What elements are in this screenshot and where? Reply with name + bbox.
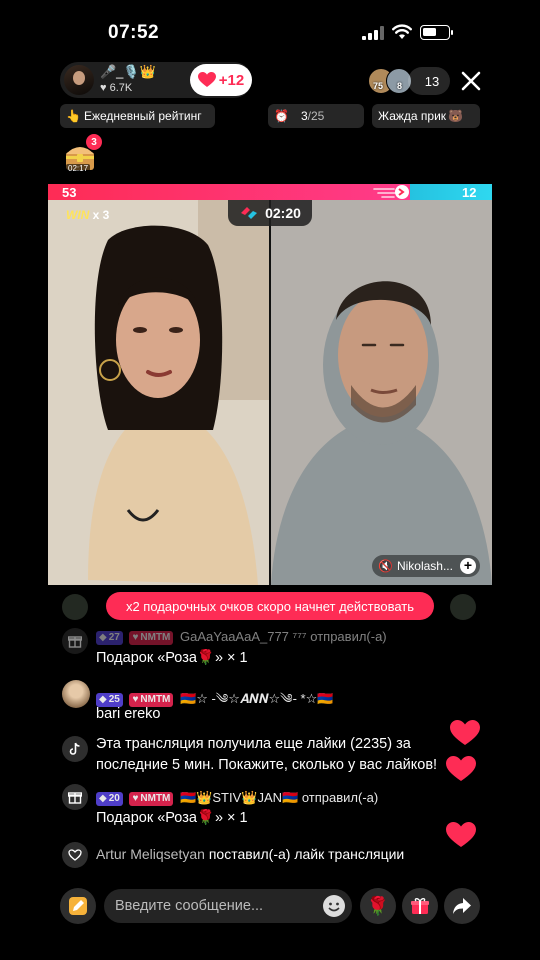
host-likes-count: 6.7K	[109, 82, 133, 94]
status-bar: 07:52	[0, 0, 540, 60]
floating-heart-icon	[446, 756, 476, 781]
wifi-icon	[392, 24, 412, 39]
chat-body: Подарок «Роза🌹» × 1	[96, 810, 248, 826]
viewer-count[interactable]: 13	[408, 67, 450, 95]
daily-rating-label: Ежедневный рейтинг	[83, 109, 202, 123]
close-icon[interactable]	[458, 68, 484, 94]
fan-badge: ♥ NMTM	[129, 791, 174, 806]
message-input[interactable]: Введите сообщение...	[104, 889, 352, 923]
battle-timer: 02:20	[228, 200, 312, 226]
gift-icon	[411, 898, 429, 914]
host-avatar[interactable]	[64, 65, 94, 95]
rose-icon: 🌹	[366, 895, 390, 916]
opponent-name-chip[interactable]: 🔇 Nikolash... +	[372, 555, 480, 577]
follow-add-icon[interactable]: +	[460, 558, 476, 574]
mute-icon[interactable]: 🔇	[378, 559, 393, 573]
thirst-chip[interactable]: Жажда прик 🐻	[372, 104, 480, 128]
host-name: 🎤_🎙️👑	[100, 64, 156, 79]
video-left-host[interactable]	[48, 200, 269, 585]
chat-system-message: Эта трансляция получила еще лайки (2235)…	[96, 736, 438, 773]
host-video-figure	[48, 200, 269, 585]
progress-current: 3	[300, 109, 308, 123]
smile-icon[interactable]	[322, 894, 346, 918]
alarm-clock-icon: ⏰	[274, 109, 289, 123]
chat-body: bari ereko	[96, 706, 161, 722]
bottom-bar: Введите сообщение... 🌹	[0, 888, 540, 928]
chest-timer: 02:17	[66, 164, 91, 173]
level-badge: ◆ 20	[96, 791, 123, 806]
gift-button[interactable]	[402, 888, 438, 924]
like-plus-button[interactable]: +12	[190, 64, 252, 96]
supporter-avatar[interactable]	[450, 594, 476, 620]
battle-score-bar	[48, 184, 492, 200]
gift-icon	[62, 628, 88, 654]
fan-badge: ♥ NMTM	[129, 630, 174, 645]
cellular-signal-icon	[362, 26, 384, 40]
chat-username[interactable]: Artur Meliqsetyan	[96, 846, 205, 862]
battle-bar-right	[409, 184, 492, 200]
chat-action: отправил(-а)	[301, 790, 379, 805]
supporter-avatar[interactable]	[62, 594, 88, 620]
chat-action: отправил(-а)	[310, 629, 387, 644]
chat-body: Подарок «Роза🌹» × 1	[96, 650, 248, 666]
gift-icon	[62, 784, 88, 810]
cowboy-bear-icon: 🐻	[448, 109, 464, 123]
chest-badge: 3	[86, 134, 102, 150]
status-time: 07:52	[108, 22, 160, 43]
battle-timer-text: 02:20	[265, 205, 301, 221]
heart-small-icon: ♥	[100, 82, 107, 94]
score-left: 53	[62, 185, 77, 200]
hand-icon: 👆	[66, 109, 81, 123]
chat-username[interactable]: 🇦🇲👑STIV👑JAN🇦🇲	[180, 790, 298, 805]
battery-icon	[420, 25, 453, 40]
chat-username[interactable]: 🇦🇲☆ -༄☆𝑨𝑵𝑵☆༄- *☆🇦🇲	[180, 691, 333, 706]
win-streak-label: WIN x 3	[66, 208, 110, 222]
daily-rating-chip[interactable]: 👆 Ежедневный рейтинг	[60, 104, 215, 128]
share-button[interactable]	[444, 888, 480, 924]
thirst-label: Жажда прик	[378, 109, 447, 123]
heart-icon	[197, 72, 216, 87]
like-plus-label: +12	[218, 71, 245, 89]
heart-outline-icon	[62, 842, 88, 868]
video-divider	[269, 200, 271, 585]
floating-heart-icon	[446, 822, 476, 847]
tiktok-icon	[62, 736, 88, 762]
share-icon	[453, 898, 471, 914]
user-avatar[interactable]	[62, 680, 90, 708]
pen-button[interactable]	[60, 888, 96, 924]
video-right-opponent[interactable]	[271, 200, 492, 585]
progress-chip[interactable]: ⏰ 3 /25	[268, 104, 364, 128]
host-likes: ♥ 6.7K	[100, 82, 132, 94]
win-multiplier: x 3	[92, 208, 110, 222]
score-right: 12	[462, 185, 477, 200]
opponent-name: Nikolash...	[396, 559, 453, 573]
chat-username[interactable]: GaAaYaaAaA_777 ⁷⁷⁷	[180, 629, 307, 644]
pen-icon	[69, 897, 87, 915]
opponent-video-figure	[271, 200, 492, 585]
chat-action: поставил(-а) лайк трансляции	[208, 846, 405, 862]
floating-heart-icon	[450, 720, 480, 745]
level-badge: ◆ 27	[96, 630, 123, 645]
banner-row: x2 подарочных очков скоро начнет действо…	[48, 592, 492, 622]
speed-arrow-icon	[373, 185, 409, 199]
battle-bar-left	[48, 184, 410, 200]
multiplier-banner: x2 подарочных очков скоро начнет действо…	[106, 592, 434, 620]
progress-total: /25	[307, 109, 325, 123]
rose-button[interactable]: 🌹	[360, 888, 396, 924]
battle-versus-icon	[241, 207, 258, 219]
